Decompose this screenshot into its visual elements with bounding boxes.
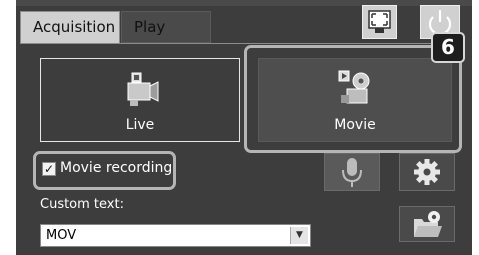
custom-text-value: MOV (46, 228, 77, 243)
live-mode-label: Live (125, 117, 155, 133)
dropdown-arrow-icon[interactable]: ▼ (290, 227, 308, 244)
folder-settings-icon (414, 211, 442, 237)
callout-number-badge: 6 (431, 32, 465, 63)
folder-settings-button[interactable] (399, 206, 455, 242)
gear-icon (414, 159, 440, 185)
panel-top-edge (16, 0, 472, 6)
live-mode-button[interactable]: Live (40, 58, 240, 142)
custom-text-label: Custom text: (40, 197, 124, 212)
movie-recording-label[interactable]: Movie recording (60, 160, 172, 176)
microphone-button[interactable] (324, 153, 380, 191)
tab-divider (20, 43, 456, 44)
movie-recording-checkbox[interactable]: ✓ (42, 162, 56, 176)
settings-button[interactable] (399, 153, 455, 191)
fullscreen-button[interactable] (362, 5, 397, 39)
fullscreen-icon (368, 10, 391, 33)
video-camera-icon (127, 72, 159, 106)
movie-callout-frame (244, 45, 462, 153)
tab-acquisition[interactable]: Acquisition (20, 11, 120, 44)
tab-play[interactable]: Play (121, 11, 211, 43)
custom-text-dropdown[interactable]: MOV ▼ (40, 224, 311, 247)
microphone-icon (342, 158, 362, 187)
